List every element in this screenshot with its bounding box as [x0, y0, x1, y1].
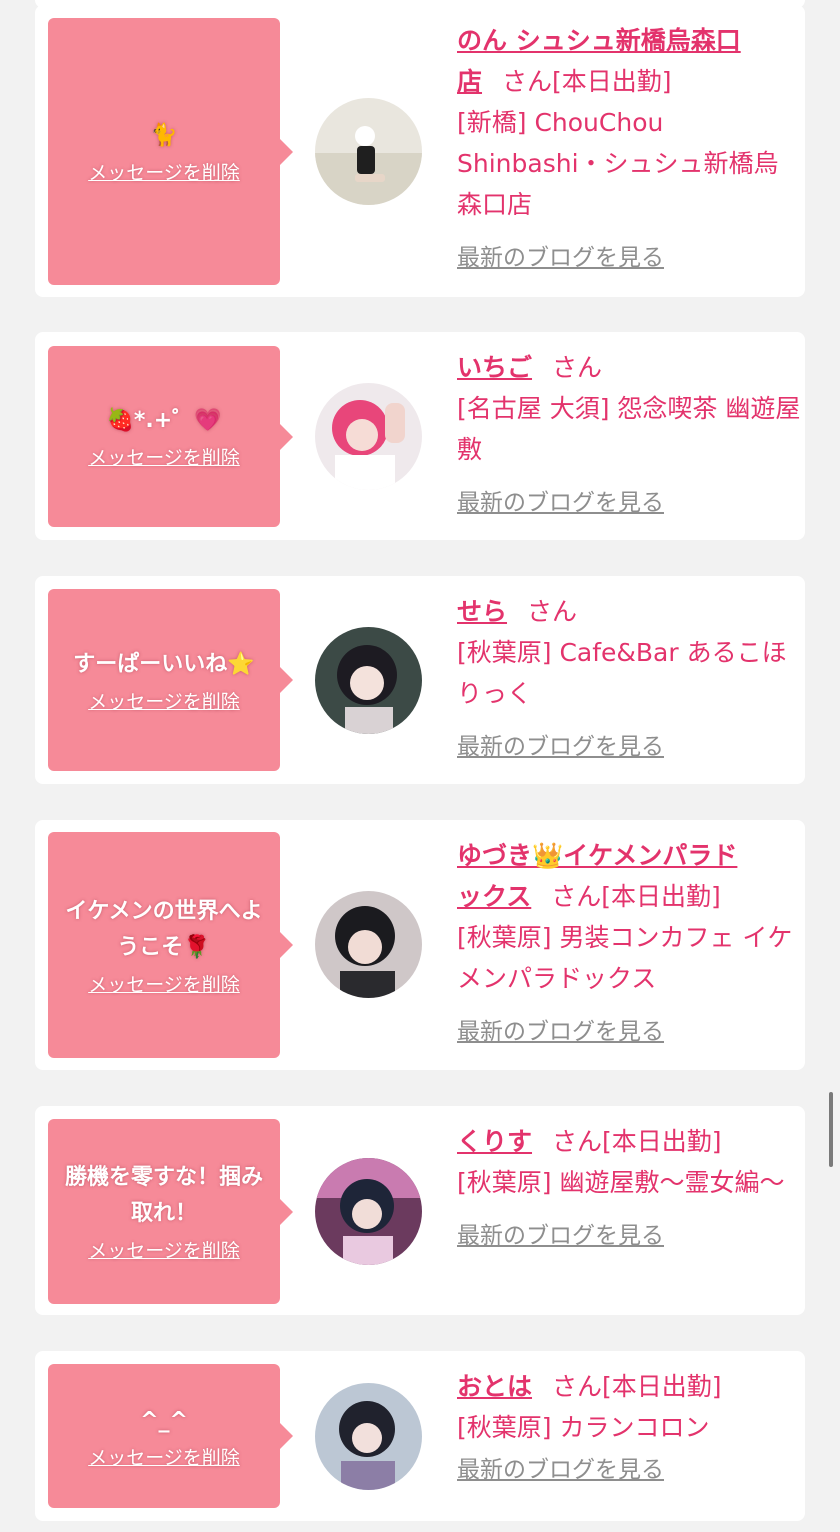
status-badge: [本日出勤]	[602, 1372, 722, 1401]
message-text: すーぱーいいね⭐	[73, 651, 255, 677]
favorite-card: 🍓*.+゜💗 メッセージを削除 いちご さん [名古屋 大須] 怨念喫茶 幽遊屋敷…	[35, 332, 805, 540]
avatar[interactable]	[315, 1383, 422, 1490]
view-blog-link[interactable]: 最新のブログを見る	[457, 1012, 802, 1053]
shop-text: [新橋] ChouChou Shinbashi・シュシュ新橋烏森口店	[457, 108, 779, 219]
message-text: イケメンの世界へようこそ🌹	[65, 898, 263, 960]
favorite-card: ^_^ メッセージを削除 おとは さん[本日出勤] [秋葉原] カランコロン 最新…	[35, 1351, 805, 1521]
message-bubble: 勝機を零すな！掴み取れ！ メッセージを削除	[48, 1119, 293, 1304]
cast-info: いちご さん [名古屋 大須] 怨念喫茶 幽遊屋敷 最新のブログを見る	[457, 347, 802, 524]
message-text: 🍓*.+゜💗	[106, 408, 222, 433]
delete-message-link[interactable]: メッセージを削除	[88, 1236, 240, 1263]
cast-name-link[interactable]: おとは	[457, 1372, 532, 1401]
cast-info: せら さん [秋葉原] Cafe&Bar あるこほりっく 最新のブログを見る	[457, 591, 802, 768]
avatar[interactable]	[315, 98, 422, 205]
scrollbar[interactable]	[829, 1092, 833, 1167]
message-bubble: 🐈 メッセージを削除	[48, 18, 293, 285]
cast-info: ゆづき👑イケメンパラド ックス さん[本日出勤] [秋葉原] 男装コンカフェ イケメ…	[457, 835, 802, 1053]
message-text: 🐈	[150, 123, 178, 148]
shop-text: [名古屋 大須] 怨念喫茶 幽遊屋敷	[457, 394, 801, 464]
cast-name-link[interactable]: くりす	[457, 1127, 532, 1156]
avatar-photo	[315, 1383, 422, 1490]
view-blog-link[interactable]: 最新のブログを見る	[457, 238, 802, 279]
message-bubble: すーぱーいいね⭐ メッセージを削除	[48, 589, 293, 771]
status-badge: [本日出勤]	[552, 67, 672, 96]
shop-text: [秋葉原] Cafe&Bar あるこほりっく	[457, 638, 787, 708]
view-blog-link[interactable]: 最新のブログを見る	[457, 1216, 802, 1257]
avatar[interactable]	[315, 627, 422, 734]
view-blog-link[interactable]: 最新のブログを見る	[457, 727, 802, 768]
avatar[interactable]	[315, 891, 422, 998]
avatar-photo	[315, 627, 422, 734]
delete-message-link[interactable]: メッセージを削除	[88, 443, 240, 470]
avatar-photo	[315, 891, 422, 998]
honorific: さん	[502, 67, 553, 96]
status-badge: [本日出勤]	[602, 1127, 722, 1156]
cast-info: おとは さん[本日出勤] [秋葉原] カランコロン 最新のブログを見る	[457, 1366, 802, 1491]
avatar-photo	[315, 1158, 422, 1265]
honorific: さん	[552, 353, 603, 382]
cast-info: くりす さん[本日出勤] [秋葉原] 幽遊屋敷〜霊女編〜 最新のブログを見る	[457, 1121, 802, 1257]
message-bubble: 🍓*.+゜💗 メッセージを削除	[48, 346, 293, 527]
cast-name-link[interactable]: いちご	[457, 353, 532, 382]
favorite-card: 🐈 メッセージを削除 のん シュシュ新橋烏森口店さん[本日出勤] [新橋] Ch…	[35, 5, 805, 297]
avatar-photo	[315, 383, 422, 490]
shop-text: [秋葉原] 男装コンカフェ イケメンパラドックス	[457, 923, 793, 993]
avatar-photo	[315, 98, 422, 205]
shop-text: [秋葉原] カランコロン	[457, 1413, 710, 1442]
message-text: 勝機を零すな！掴み取れ！	[64, 1165, 263, 1226]
honorific: さん	[551, 882, 602, 911]
message-bubble: ^_^ メッセージを削除	[48, 1364, 293, 1508]
view-blog-link[interactable]: 最新のブログを見る	[457, 1450, 802, 1491]
delete-message-link[interactable]: メッセージを削除	[88, 687, 240, 714]
status-badge: [本日出勤]	[601, 882, 721, 911]
delete-message-link[interactable]: メッセージを削除	[88, 970, 240, 997]
message-bubble: イケメンの世界へようこそ🌹 メッセージを削除	[48, 832, 293, 1058]
avatar[interactable]	[315, 1158, 422, 1265]
shop-text: [秋葉原] 幽遊屋敷〜霊女編〜	[457, 1168, 785, 1197]
honorific: さん	[552, 1127, 603, 1156]
message-text: ^_^	[140, 1407, 188, 1433]
avatar[interactable]	[315, 383, 422, 490]
favorite-card: イケメンの世界へようこそ🌹 メッセージを削除 ゆづき👑イケメンパラド ックス さん[…	[35, 820, 805, 1070]
honorific: さん	[527, 597, 578, 626]
delete-message-link[interactable]: メッセージを削除	[88, 1443, 240, 1470]
honorific: さん	[552, 1372, 603, 1401]
delete-message-link[interactable]: メッセージを削除	[88, 158, 240, 185]
favorite-card: すーぱーいいね⭐ メッセージを削除 せら さん [秋葉原] Cafe&Bar ある…	[35, 576, 805, 784]
cast-info: のん シュシュ新橋烏森口店さん[本日出勤] [新橋] ChouChou Shin…	[457, 20, 802, 279]
cast-name-link[interactable]: せら	[457, 597, 507, 626]
view-blog-link[interactable]: 最新のブログを見る	[457, 483, 802, 524]
favorite-card: 勝機を零すな！掴み取れ！ メッセージを削除 くりす さん[本日出勤] [秋葉原] …	[35, 1106, 805, 1315]
